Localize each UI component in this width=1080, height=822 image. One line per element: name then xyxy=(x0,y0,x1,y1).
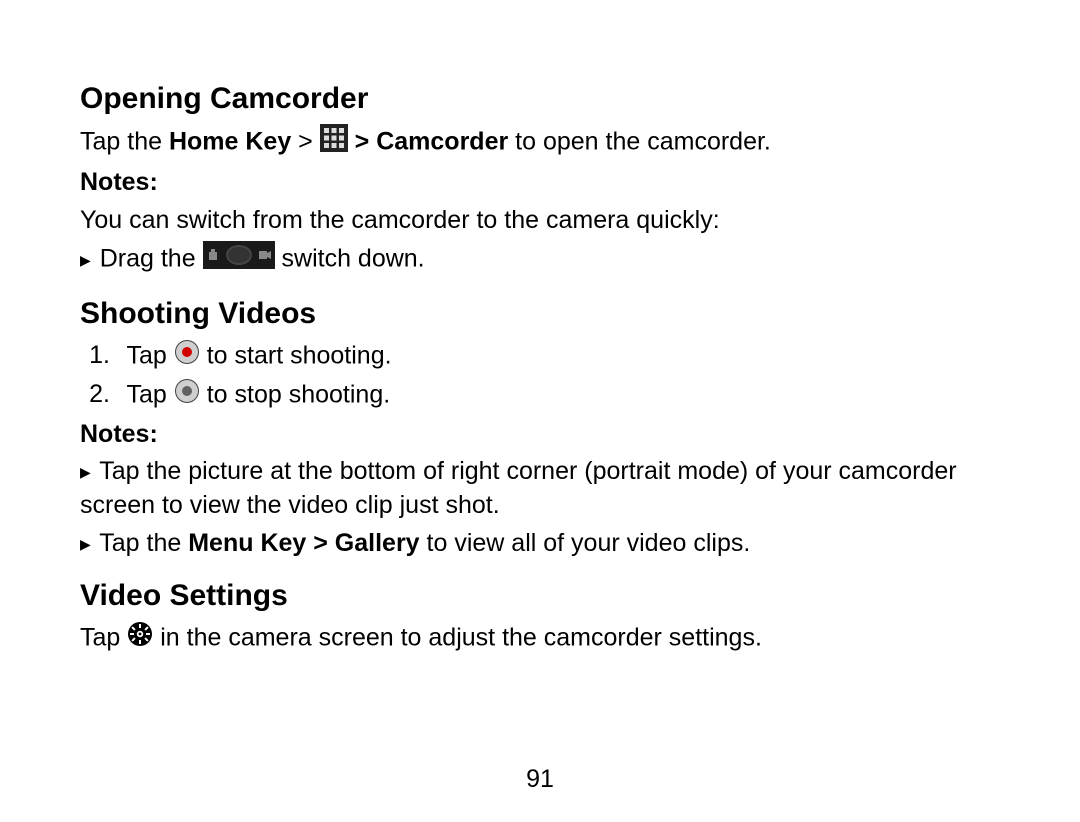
settings-gear-icon xyxy=(127,621,153,657)
bullet-icon: ▶ xyxy=(80,252,91,268)
bullet-icon: ▶ xyxy=(80,536,91,552)
note-bullet-1: ▶ Tap the picture at the bottom of right… xyxy=(80,455,1000,523)
page-number: 91 xyxy=(0,765,1080,794)
step-number: 1. xyxy=(80,339,110,373)
heading-opening-camcorder: Opening Camcorder xyxy=(80,82,1000,116)
open-instruction: Tap the Home Key > > Camcorder to open t… xyxy=(80,124,1000,162)
note-bullet-2: ▶ Tap the Menu Key > Gallery to view all… xyxy=(80,527,1000,561)
text-part: to start shooting. xyxy=(207,341,392,369)
text-part: switch down. xyxy=(282,245,425,273)
text-part: Tap xyxy=(127,341,174,369)
record-start-icon xyxy=(174,339,200,375)
menu-key-gallery-label: Menu Key > Gallery xyxy=(188,529,419,557)
step-1: 1. Tap to start shooting. xyxy=(80,339,1000,375)
camcorder-label: > Camcorder xyxy=(355,127,509,155)
text-part: > xyxy=(291,127,320,155)
step-number: 2. xyxy=(80,378,110,412)
notes-label: Notes: xyxy=(80,418,1000,452)
section-video-settings: Video Settings Tap xyxy=(80,579,1000,657)
text-part: Tap xyxy=(127,380,174,408)
text-part: to view all of your video clips. xyxy=(420,529,751,557)
text-part: Tap the xyxy=(80,127,169,155)
text-part: Tap the picture at the bottom of right c… xyxy=(80,457,957,519)
heading-shooting-videos: Shooting Videos xyxy=(80,297,1000,331)
apps-grid-icon xyxy=(320,124,348,162)
home-key-label: Home Key xyxy=(169,127,291,155)
settings-instruction: Tap xyxy=(80,621,1000,657)
bullet-icon: ▶ xyxy=(80,464,91,480)
step-2: 2. Tap to stop shooting. xyxy=(80,378,1000,414)
manual-page: Opening Camcorder Tap the Home Key > > xyxy=(0,0,1080,822)
text-part: to stop shooting. xyxy=(207,380,390,408)
text-part: Drag the xyxy=(93,245,203,273)
section-shooting-videos: Shooting Videos 1. Tap to start shooting… xyxy=(80,297,1000,561)
heading-video-settings: Video Settings xyxy=(80,579,1000,613)
text-part: in the camera screen to adjust the camco… xyxy=(160,623,762,651)
text-part: Tap xyxy=(80,623,127,651)
section-opening-camcorder: Opening Camcorder Tap the Home Key > > xyxy=(80,82,1000,279)
text-part: to open the camcorder. xyxy=(508,127,771,155)
notes-label: Notes: xyxy=(80,166,1000,200)
text-part: Tap the xyxy=(93,529,188,557)
notes-intro: You can switch from the camcorder to the… xyxy=(80,204,1000,238)
record-stop-icon xyxy=(174,378,200,414)
bullet-drag-switch: ▶ Drag the switch down. xyxy=(80,241,1000,279)
camera-video-switch-icon xyxy=(203,241,275,279)
